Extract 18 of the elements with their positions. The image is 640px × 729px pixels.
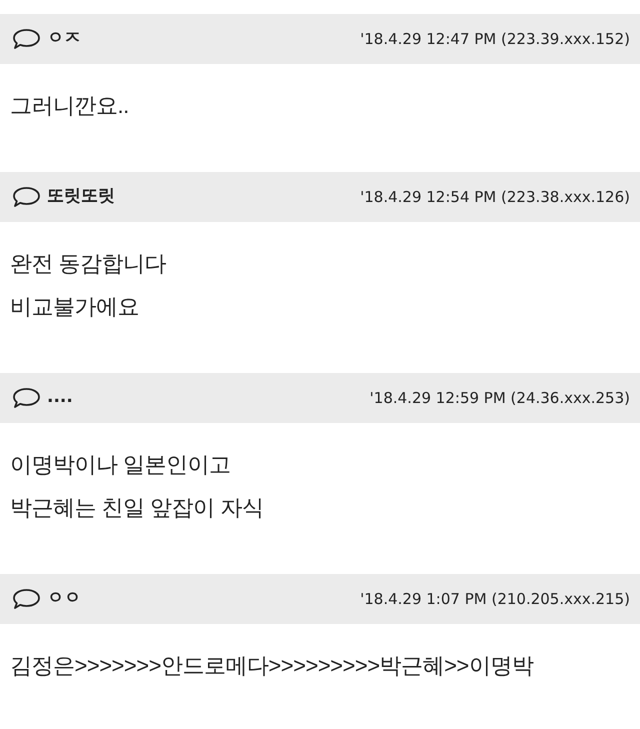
comment-text: 김정은>>>>>>>안드로메다>>>>>>>>>박근혜>>이명박 bbox=[10, 652, 534, 680]
comment-text: 비교불가에요 bbox=[10, 293, 140, 321]
speech-bubble-icon bbox=[12, 28, 41, 50]
comment-meta: '18.4.29 12:54 PM (223.38.xxx.126) bbox=[360, 186, 630, 208]
speech-bubble-icon bbox=[12, 588, 41, 610]
comment-meta: '18.4.29 12:59 PM (24.36.xxx.253) bbox=[370, 388, 630, 409]
author-name: 또릿또릿 bbox=[47, 185, 115, 208]
speech-bubble-icon bbox=[12, 387, 41, 409]
comment-text: 완전 동감합니다 bbox=[10, 250, 168, 278]
author-name: ㅇㅇ bbox=[47, 587, 81, 610]
speech-bubble-icon bbox=[12, 186, 41, 208]
comment-text: 그러니깐요.. bbox=[10, 92, 130, 120]
comment-meta: '18.4.29 12:47 PM (223.39.xxx.152) bbox=[360, 28, 630, 50]
comment-meta: '18.4.29 1:07 PM (210.205.xxx.215) bbox=[360, 588, 630, 610]
author-name: ㅇㅈ bbox=[47, 27, 81, 50]
author-name: .... bbox=[47, 386, 73, 410]
comment-text: 박근혜는 친일 앞잡이 자식 bbox=[10, 494, 264, 522]
comment-text: 이명박이나 일본인이고 bbox=[10, 451, 232, 479]
